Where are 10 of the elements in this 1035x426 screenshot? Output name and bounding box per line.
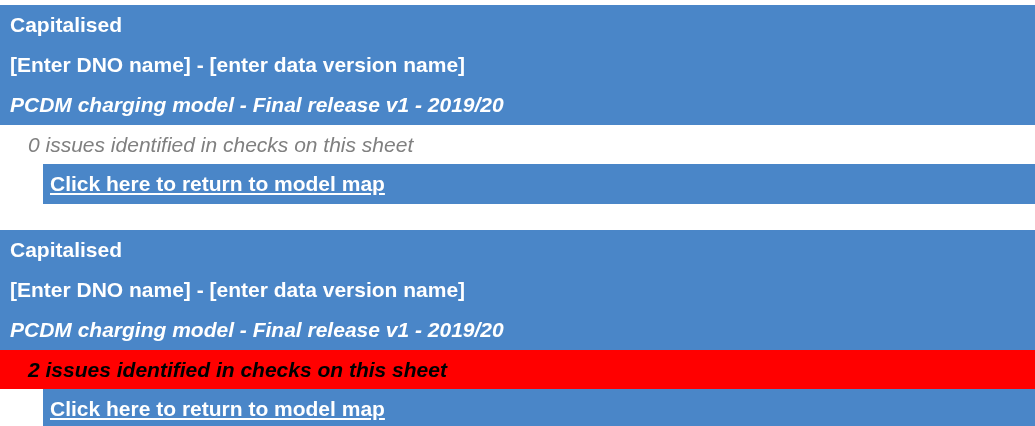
model-line: PCDM charging model - Final release v1 - 2019/20 bbox=[10, 318, 504, 342]
sheet-title: Capitalised bbox=[10, 238, 123, 262]
dno-line: [Enter DNO name] - [enter data version name] bbox=[10, 53, 466, 77]
model-line: PCDM charging model - Final release v1 - 2019/20 bbox=[10, 93, 504, 117]
dno-line: [Enter DNO name] - [enter data version name] bbox=[10, 278, 466, 302]
issues-text: 0 issues identified in checks on this sheet bbox=[28, 132, 414, 157]
model-map-link[interactable]: Click here to return to model map bbox=[43, 164, 1035, 204]
issues-text: 2 issues identified in checks on this sheet bbox=[28, 357, 447, 382]
model-map-link[interactable]: Click here to return to model map bbox=[43, 389, 1035, 426]
sheet-title: Capitalised bbox=[10, 13, 123, 37]
